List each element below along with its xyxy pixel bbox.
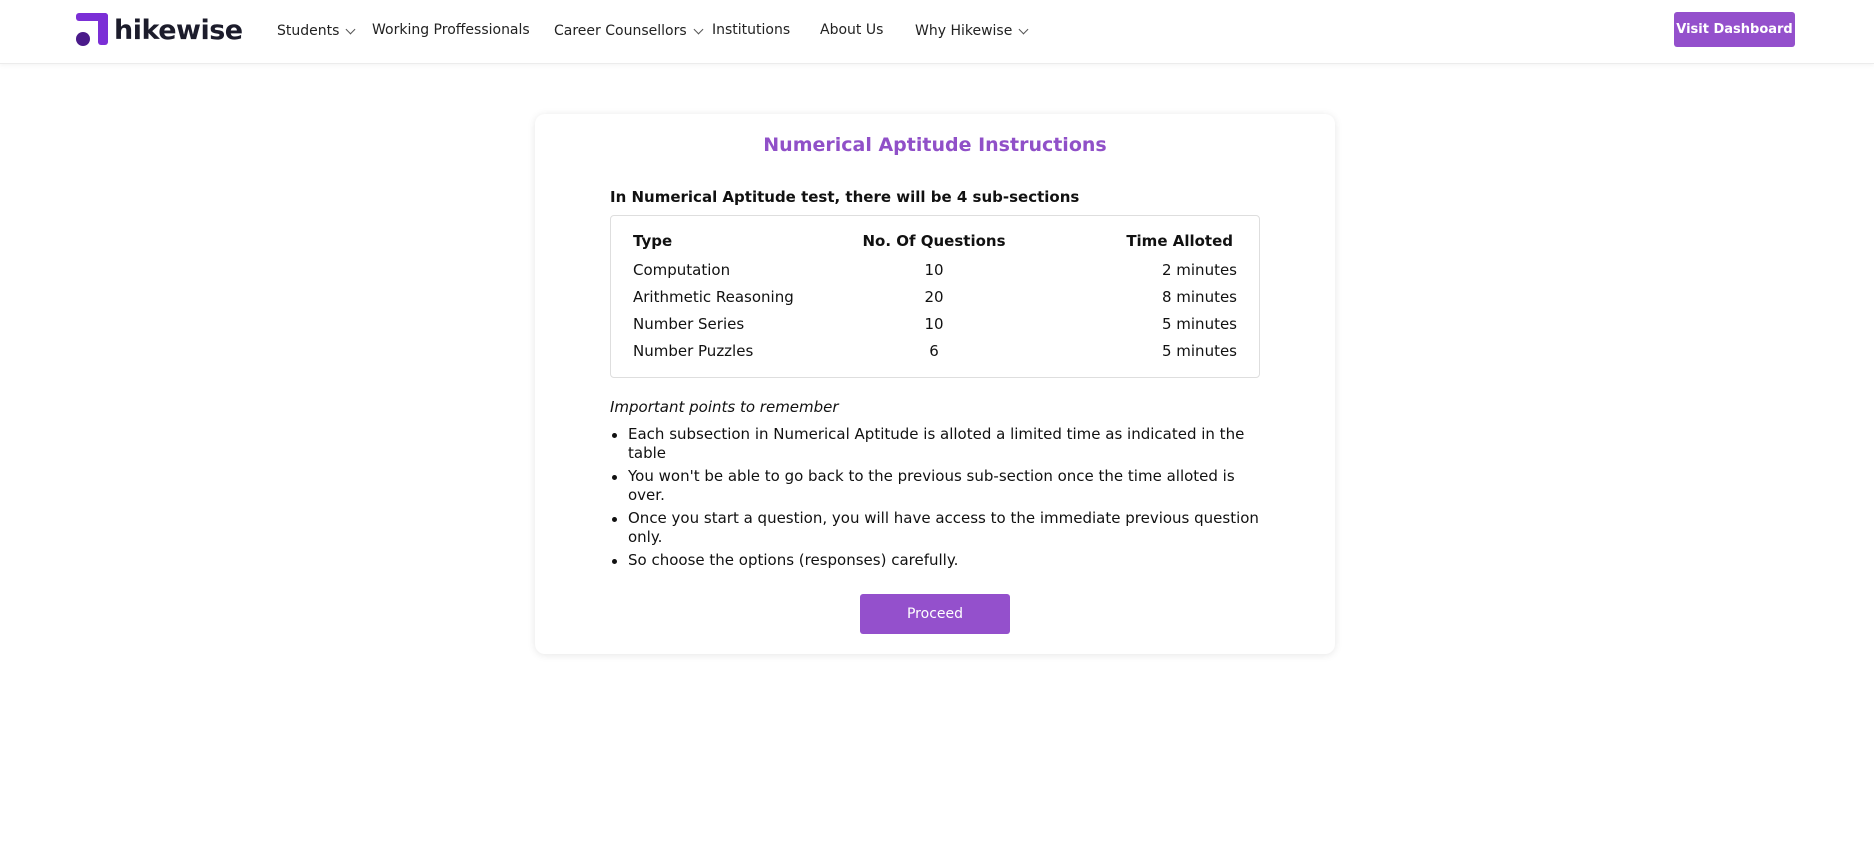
nav-working-professionals-label: Working Proffessionals bbox=[372, 22, 530, 38]
top-navbar: hikewise Students Working Proffessionals… bbox=[0, 0, 1874, 64]
table-cell-questions: 10 bbox=[924, 261, 944, 279]
list-item: Each subsection in Numerical Aptitude is… bbox=[610, 425, 1260, 463]
logo-text: hikewise bbox=[114, 14, 243, 46]
logo-icon bbox=[74, 12, 110, 48]
table-cell-type: Number Series bbox=[633, 315, 745, 333]
table-header-questions: No. Of Questions bbox=[862, 232, 1006, 250]
nav-students-label: Students bbox=[277, 23, 340, 39]
chevron-down-icon bbox=[693, 24, 704, 34]
table-cell-time: 5 minutes bbox=[1161, 315, 1237, 333]
hikewise-logo[interactable]: hikewise bbox=[74, 12, 243, 48]
table-cell-time: 2 minutes bbox=[1161, 261, 1237, 279]
nav-career-counsellors[interactable]: Career Counsellors bbox=[554, 20, 704, 42]
table-header-time: Time Alloted bbox=[1126, 232, 1233, 250]
points-heading: Important points to remember bbox=[610, 398, 839, 416]
table-header-type: Type bbox=[633, 232, 673, 250]
nav-institutions[interactable]: Institutions bbox=[712, 19, 790, 41]
list-item: So choose the options (responses) carefu… bbox=[610, 551, 1260, 570]
nav-why-hikewise[interactable]: Why Hikewise bbox=[915, 20, 1029, 42]
nav-about-us-label: About Us bbox=[820, 22, 884, 38]
table-cell-time: 5 minutes bbox=[1161, 342, 1237, 360]
instructions-card: Numerical Aptitude Instructions In Numer… bbox=[535, 114, 1335, 654]
table-cell-time: 8 minutes bbox=[1161, 288, 1237, 306]
intro-text-lead: In Numerical Aptitude test, there will b… bbox=[610, 188, 957, 206]
chevron-down-icon bbox=[1018, 24, 1029, 34]
visit-dashboard-button[interactable]: Visit Dashboard bbox=[1674, 12, 1795, 47]
list-item: You won't be able to go back to the prev… bbox=[610, 467, 1260, 505]
table-cell-questions: 10 bbox=[924, 315, 944, 333]
nav-institutions-label: Institutions bbox=[712, 22, 791, 38]
table-cell-type: Number Puzzles bbox=[633, 342, 754, 360]
nav-working-professionals[interactable]: Working Proffessionals bbox=[372, 19, 530, 41]
table-cell-type: Computation bbox=[633, 261, 731, 279]
chevron-down-icon bbox=[345, 24, 356, 34]
subsections-table: Type No. Of Questions Time Alloted Compu… bbox=[610, 215, 1260, 378]
nav-career-counsellors-label: Career Counsellors bbox=[554, 23, 687, 39]
table-cell-questions: 20 bbox=[924, 288, 944, 306]
page-title: Numerical Aptitude Instructions bbox=[763, 134, 1107, 156]
table-cell-questions: 6 bbox=[929, 342, 939, 360]
proceed-button[interactable]: Proceed bbox=[860, 594, 1010, 634]
intro-text: In Numerical Aptitude test, there will b… bbox=[610, 188, 1079, 206]
list-item: Once you start a question, you will have… bbox=[610, 509, 1260, 547]
important-points-list: Each subsection in Numerical Aptitude is… bbox=[610, 425, 1260, 574]
table-cell-type: Arithmetic Reasoning bbox=[633, 288, 794, 306]
nav-why-hikewise-label: Why Hikewise bbox=[915, 23, 1013, 39]
nav-about-us[interactable]: About Us bbox=[820, 19, 883, 41]
intro-emphasis: 4 sub-sections bbox=[956, 188, 1080, 206]
nav-students[interactable]: Students bbox=[277, 20, 356, 42]
